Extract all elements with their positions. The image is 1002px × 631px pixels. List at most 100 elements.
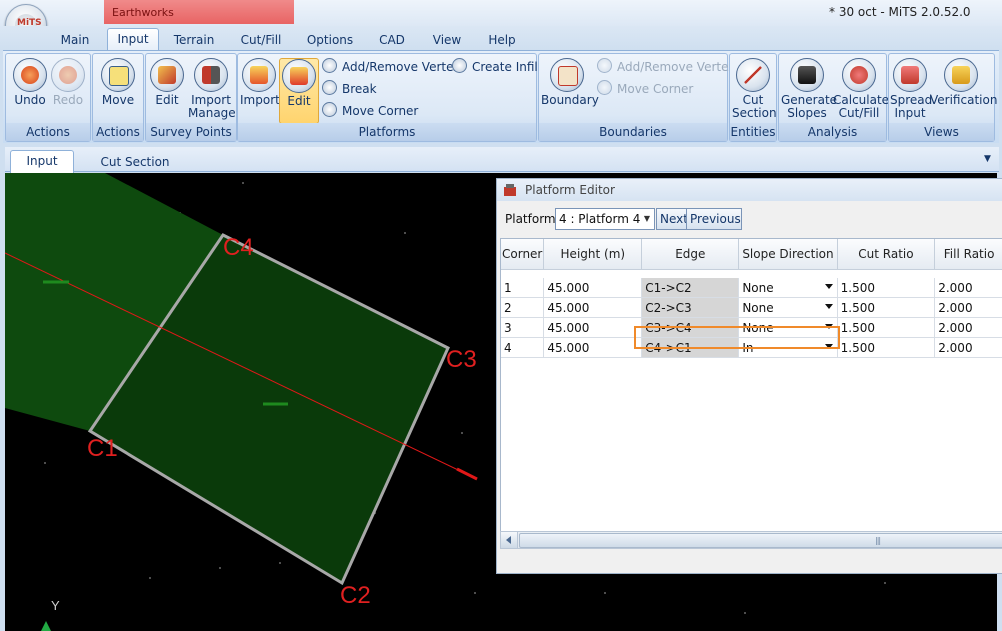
group-entities: Cut Section Entities (729, 53, 777, 142)
cell-slope-direction[interactable]: None (738, 297, 838, 318)
cell-height[interactable]: 45.000 (543, 297, 643, 318)
generate-label-2: Slopes (787, 106, 827, 120)
redo-button[interactable]: Redo (50, 58, 86, 107)
edit-platform-icon (282, 59, 316, 93)
survey-import-manage-button[interactable]: Import Manage (188, 58, 236, 120)
col-header-edge[interactable]: Edge (641, 239, 740, 270)
corner-label-c2: C2 (340, 582, 371, 609)
scroll-left-icon[interactable] (501, 532, 518, 548)
boundary-move-corner-label: Move Corner (617, 82, 694, 96)
spread-label-1: Spread (890, 93, 933, 107)
platform-import-label: Import (240, 93, 280, 107)
grip-icon: ||| (875, 536, 881, 545)
table-row: 1 45.000 C1->C2 None 1.500 2.000 (501, 278, 1002, 298)
cell-height[interactable]: 45.000 (543, 337, 643, 358)
move-corner-button[interactable]: Move Corner (322, 102, 418, 120)
context-tab-earthworks: Earthworks (104, 0, 294, 24)
boundary-add-remove-vertex-button[interactable]: Add/Remove Vertex (597, 58, 735, 76)
y-axis-arrow-icon (41, 621, 51, 631)
dropdown-arrow-icon[interactable] (824, 284, 833, 289)
boundary-move-corner-button[interactable]: Move Corner (597, 80, 693, 98)
cell-cut-ratio[interactable]: 1.500 (837, 337, 936, 358)
add-remove-vertex-label: Add/Remove Vertex (342, 60, 461, 74)
import-platform-icon (242, 58, 276, 92)
group-boundaries: Boundary Add/Remove Vertex Move Corner B… (538, 53, 735, 142)
cell-corner: 1 (501, 278, 545, 298)
infill-icon (452, 58, 467, 73)
tab-view[interactable]: View (425, 30, 469, 50)
previous-button[interactable]: Previous (686, 208, 742, 230)
dropdown-arrow-icon[interactable] (824, 304, 833, 309)
group-analysis: Generate Slopes Calculate Cut/Fill Analy… (778, 53, 889, 142)
doc-tab-input[interactable]: Input (10, 150, 74, 173)
slope-value: None (742, 280, 774, 295)
group-label-analysis: Analysis (779, 123, 886, 141)
tab-input[interactable]: Input (107, 28, 159, 51)
cell-fill-ratio[interactable]: 2.000 (934, 278, 1002, 298)
break-button[interactable]: Break (322, 80, 377, 98)
chevron-down-icon: ▼ (643, 214, 651, 223)
tab-help[interactable]: Help (482, 30, 522, 50)
cell-height[interactable]: 45.000 (543, 278, 643, 298)
move-corner-icon (597, 80, 612, 95)
cut-section-button[interactable]: Cut Section (732, 58, 777, 120)
tab-cad[interactable]: CAD (372, 30, 412, 50)
tab-cut-fill[interactable]: Cut/Fill (234, 30, 288, 50)
tab-list-dropdown-icon[interactable]: ▼ (984, 154, 991, 164)
undo-button[interactable]: Undo (10, 58, 50, 107)
y-axis-label: Y (51, 598, 60, 613)
cell-edge: C1->C2 (641, 278, 740, 298)
group-label-survey-points: Survey Points (146, 123, 236, 141)
calculate-cut-fill-button[interactable]: Calculate Cut/Fill (833, 58, 889, 120)
col-header-corner[interactable]: Corner (501, 239, 545, 270)
mits-logo-icon (504, 184, 516, 196)
corner-label-c3: C3 (446, 346, 477, 373)
horizontal-scrollbar[interactable]: ||| (500, 531, 1002, 549)
tab-options[interactable]: Options (301, 30, 359, 50)
platform-grid: Corner Height (m) Edge Slope Direction C… (500, 238, 1002, 532)
col-header-cut-ratio[interactable]: Cut Ratio (837, 239, 936, 270)
generate-slopes-icon (790, 58, 824, 92)
next-button[interactable]: Next (656, 208, 688, 230)
checklist-icon (944, 58, 978, 92)
break-label: Break (342, 82, 377, 96)
group-actions: Undo Redo Actions (5, 53, 91, 142)
cell-slope-direction[interactable]: None (738, 278, 838, 298)
cell-fill-ratio[interactable]: 2.000 (934, 317, 1002, 338)
group-label-platforms: Platforms (238, 123, 536, 141)
platform-edit-button[interactable]: Edit (279, 58, 319, 124)
tab-main[interactable]: Main (54, 30, 96, 50)
platform-import-button[interactable]: Import (240, 58, 280, 107)
scrollbar-thumb[interactable]: ||| (519, 533, 1002, 548)
cell-fill-ratio[interactable]: 2.000 (934, 337, 1002, 358)
survey-edit-button[interactable]: Edit (148, 58, 186, 107)
verification-label: Verification (930, 93, 998, 107)
center-line-tick (456, 467, 478, 481)
group-label-actions-2: Actions (93, 123, 143, 141)
cell-fill-ratio[interactable]: 2.000 (934, 297, 1002, 318)
platform-select[interactable]: 4 : Platform 4 ▼ (555, 208, 655, 230)
verification-button[interactable]: Verification (930, 58, 997, 107)
cell-cut-ratio[interactable]: 1.500 (837, 317, 936, 338)
spread-input-button[interactable]: Spread Input (890, 58, 933, 120)
col-header-height[interactable]: Height (m) (543, 239, 643, 270)
col-header-slope-direction[interactable]: Slope Direction (738, 239, 838, 270)
boundary-button[interactable]: Boundary (541, 58, 599, 107)
col-header-fill-ratio[interactable]: Fill Ratio (934, 239, 1002, 270)
survey-edit-label: Edit (155, 93, 179, 107)
doc-tab-cut-section[interactable]: Cut Section (94, 152, 176, 172)
add-remove-vertex-button[interactable]: Add/Remove Vertex (322, 58, 460, 76)
import-label-1: Import (191, 93, 231, 107)
cell-cut-ratio[interactable]: 1.500 (837, 278, 936, 298)
cell-cut-ratio[interactable]: 1.500 (837, 297, 936, 318)
group-label-actions: Actions (6, 123, 90, 141)
cell-height[interactable]: 45.000 (543, 317, 643, 338)
move-button[interactable]: Move (98, 58, 138, 107)
generate-slopes-button[interactable]: Generate Slopes (781, 58, 837, 120)
group-label-views: Views (889, 123, 994, 141)
tab-terrain[interactable]: Terrain (168, 30, 220, 50)
create-infill-button[interactable]: Create Infill (452, 58, 541, 76)
spreadsheet-icon (893, 58, 927, 92)
group-platforms: Import Edit Add/Remove Vertex Break Move… (237, 53, 541, 142)
platform-edit-label: Edit (287, 94, 311, 108)
